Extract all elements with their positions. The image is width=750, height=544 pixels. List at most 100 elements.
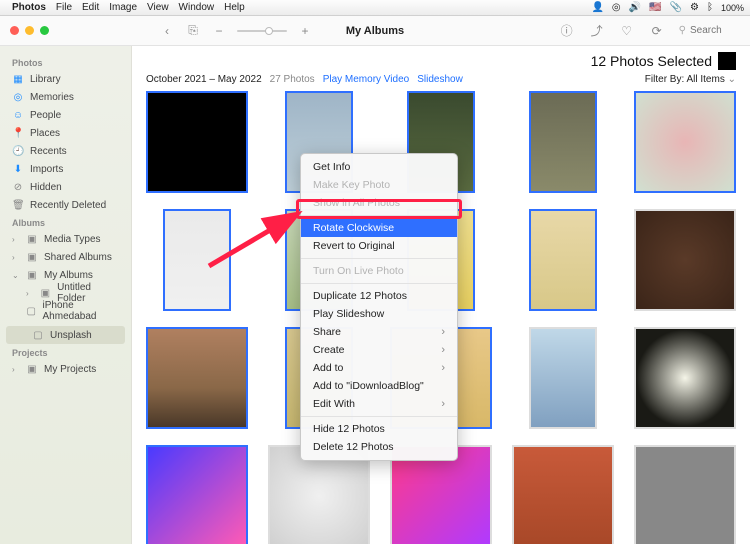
trash-icon: 🗑 [12,200,24,211]
context-menu-item[interactable]: Duplicate 12 Photos [301,287,457,305]
sidebar-item-label: Recents [30,146,67,157]
sidebar-item-label: My Projects [44,364,96,375]
context-menu-item[interactable]: Get Info [301,158,457,176]
folder-icon: ▣ [40,288,51,299]
menu-file[interactable]: File [56,2,72,13]
photo-thumbnail[interactable] [529,91,596,193]
menu-edit[interactable]: Edit [82,2,99,13]
slideshow-link[interactable]: Slideshow [417,74,463,85]
sidebar-item-imports[interactable]: ⬇Imports [0,160,131,178]
context-menu-item-label: Duplicate 12 Photos [313,290,407,302]
photo-thumbnail[interactable] [634,445,736,544]
context-menu-item[interactable]: Add to [301,359,457,377]
context-menu-item: Make Key Photo [301,176,457,194]
sidebar-item-label: Media Types [44,234,101,245]
input-flag-icon[interactable]: 🇺🇸 [649,2,661,13]
sidebar: Photos ▦Library ◎Memories ☺People 📍Place… [0,46,132,544]
filter-control[interactable]: Filter By: All Items ⌄ [645,74,736,85]
photo-thumbnail[interactable] [163,209,230,311]
search-icon: ⚲ [679,25,686,36]
sidebar-item-places[interactable]: 📍Places [0,124,131,142]
favorite-icon[interactable]: ♡ [619,23,635,39]
sidebar-item-memories[interactable]: ◎Memories [0,88,131,106]
selection-header: 12 Photos Selected [132,46,750,72]
context-menu-item-label: Revert to Original [313,240,395,252]
macos-menubar: Photos File Edit Image View Window Help … [0,0,750,16]
context-menu-item[interactable]: Play Slideshow [301,305,457,323]
search-field[interactable]: ⚲ [679,25,740,36]
layout-icon[interactable]: ⎘ [185,23,201,39]
sidebar-item-shared-albums[interactable]: ›▣Shared Albums [0,248,131,266]
context-menu-item[interactable]: Delete 12 Photos [301,438,457,456]
sidebar-item-hidden[interactable]: ⊘Hidden [0,178,131,196]
window-controls [10,26,49,35]
photo-thumbnail[interactable] [634,327,736,429]
context-menu-item[interactable]: Rotate Clockwise [301,219,457,237]
context-menu-item[interactable]: Share [301,323,457,341]
context-menu-item[interactable]: Edit With [301,395,457,413]
play-memory-link[interactable]: Play Memory Video [323,74,410,85]
window-titlebar: ‹ ⎘ − + My Albums ⓘ ⤴ ♡ ⟳ ⚲ [0,16,750,46]
bluetooth-icon[interactable]: ᛒ [707,2,713,13]
control-center-icon[interactable]: ⚙ [690,2,699,13]
folder-icon: ▣ [26,252,38,263]
menu-image[interactable]: Image [109,2,137,13]
context-menu-item-label: Share [313,326,341,338]
sidebar-item-iphone-ahmedabad[interactable]: ▢iPhone Ahmedabad [0,302,131,320]
context-menu-item-label: Hide 12 Photos [313,423,385,435]
sidebar-item-recently-deleted[interactable]: 🗑Recently Deleted [0,196,131,214]
sidebar-item-unsplash[interactable]: ▢Unsplash [6,326,125,344]
menu-view[interactable]: View [147,2,169,13]
date-range: October 2021 – May 2022 [146,74,262,85]
volume-icon[interactable]: 🔊 [629,2,641,13]
photo-thumbnail[interactable] [529,327,596,429]
zoom-button[interactable] [40,26,49,35]
context-menu-item[interactable]: Create [301,341,457,359]
rotate-icon[interactable]: ⟳ [649,23,665,39]
photo-thumbnail[interactable] [512,445,614,544]
chevron-right-icon: › [12,365,20,374]
photo-thumbnail[interactable] [146,91,248,193]
zoom-out-icon[interactable]: − [211,23,227,39]
spotlight-icon[interactable]: ◎ [612,2,621,13]
context-menu-item-label: Turn On Live Photo [313,265,404,277]
photo-thumbnail[interactable] [146,327,248,429]
menu-help[interactable]: Help [224,2,245,13]
sidebar-item-people[interactable]: ☺People [0,106,131,124]
context-menu-item-label: Make Key Photo [313,179,390,191]
sidebar-item-media-types[interactable]: › ▣ Media Types [0,230,131,248]
share-icon[interactable]: ⤴ [589,23,605,39]
album-icon: ▢ [26,306,37,317]
context-menu-item[interactable]: Add to "iDownloadBlog" [301,377,457,395]
attachment-icon[interactable]: 📎 [670,2,682,13]
zoom-slider[interactable] [237,30,287,32]
chevron-right-icon: › [12,235,20,244]
folder-icon: ▣ [26,234,38,245]
photo-thumbnail[interactable] [634,209,736,311]
menu-app[interactable]: Photos [12,2,46,13]
photo-thumbnail[interactable] [146,445,248,544]
sidebar-item-library[interactable]: ▦Library [0,70,131,88]
photo-thumbnail[interactable] [529,209,596,311]
library-icon: ▦ [12,74,24,85]
sidebar-item-recents[interactable]: 🕘Recents [0,142,131,160]
imports-icon: ⬇ [12,164,24,175]
context-menu-item-label: Add to "iDownloadBlog" [313,380,424,392]
sidebar-item-label: Shared Albums [44,252,112,263]
battery-status[interactable]: 100% [721,3,744,13]
context-menu-item[interactable]: Hide 12 Photos [301,420,457,438]
context-menu: Get InfoMake Key PhotoShow in All Photos… [300,153,458,461]
photo-thumbnail[interactable] [634,91,736,193]
search-input[interactable] [690,25,740,36]
sidebar-item-my-projects[interactable]: ›▣My Projects [0,360,131,378]
minimize-button[interactable] [25,26,34,35]
context-menu-item-label: Edit With [313,398,355,410]
close-button[interactable] [10,26,19,35]
back-button[interactable]: ‹ [159,23,175,39]
sidebar-item-label: Unsplash [50,330,92,341]
user-icon[interactable]: 👤 [591,2,603,13]
zoom-in-icon[interactable]: + [297,23,313,39]
menu-window[interactable]: Window [179,2,215,13]
context-menu-item[interactable]: Revert to Original [301,237,457,255]
info-icon[interactable]: ⓘ [559,23,575,39]
